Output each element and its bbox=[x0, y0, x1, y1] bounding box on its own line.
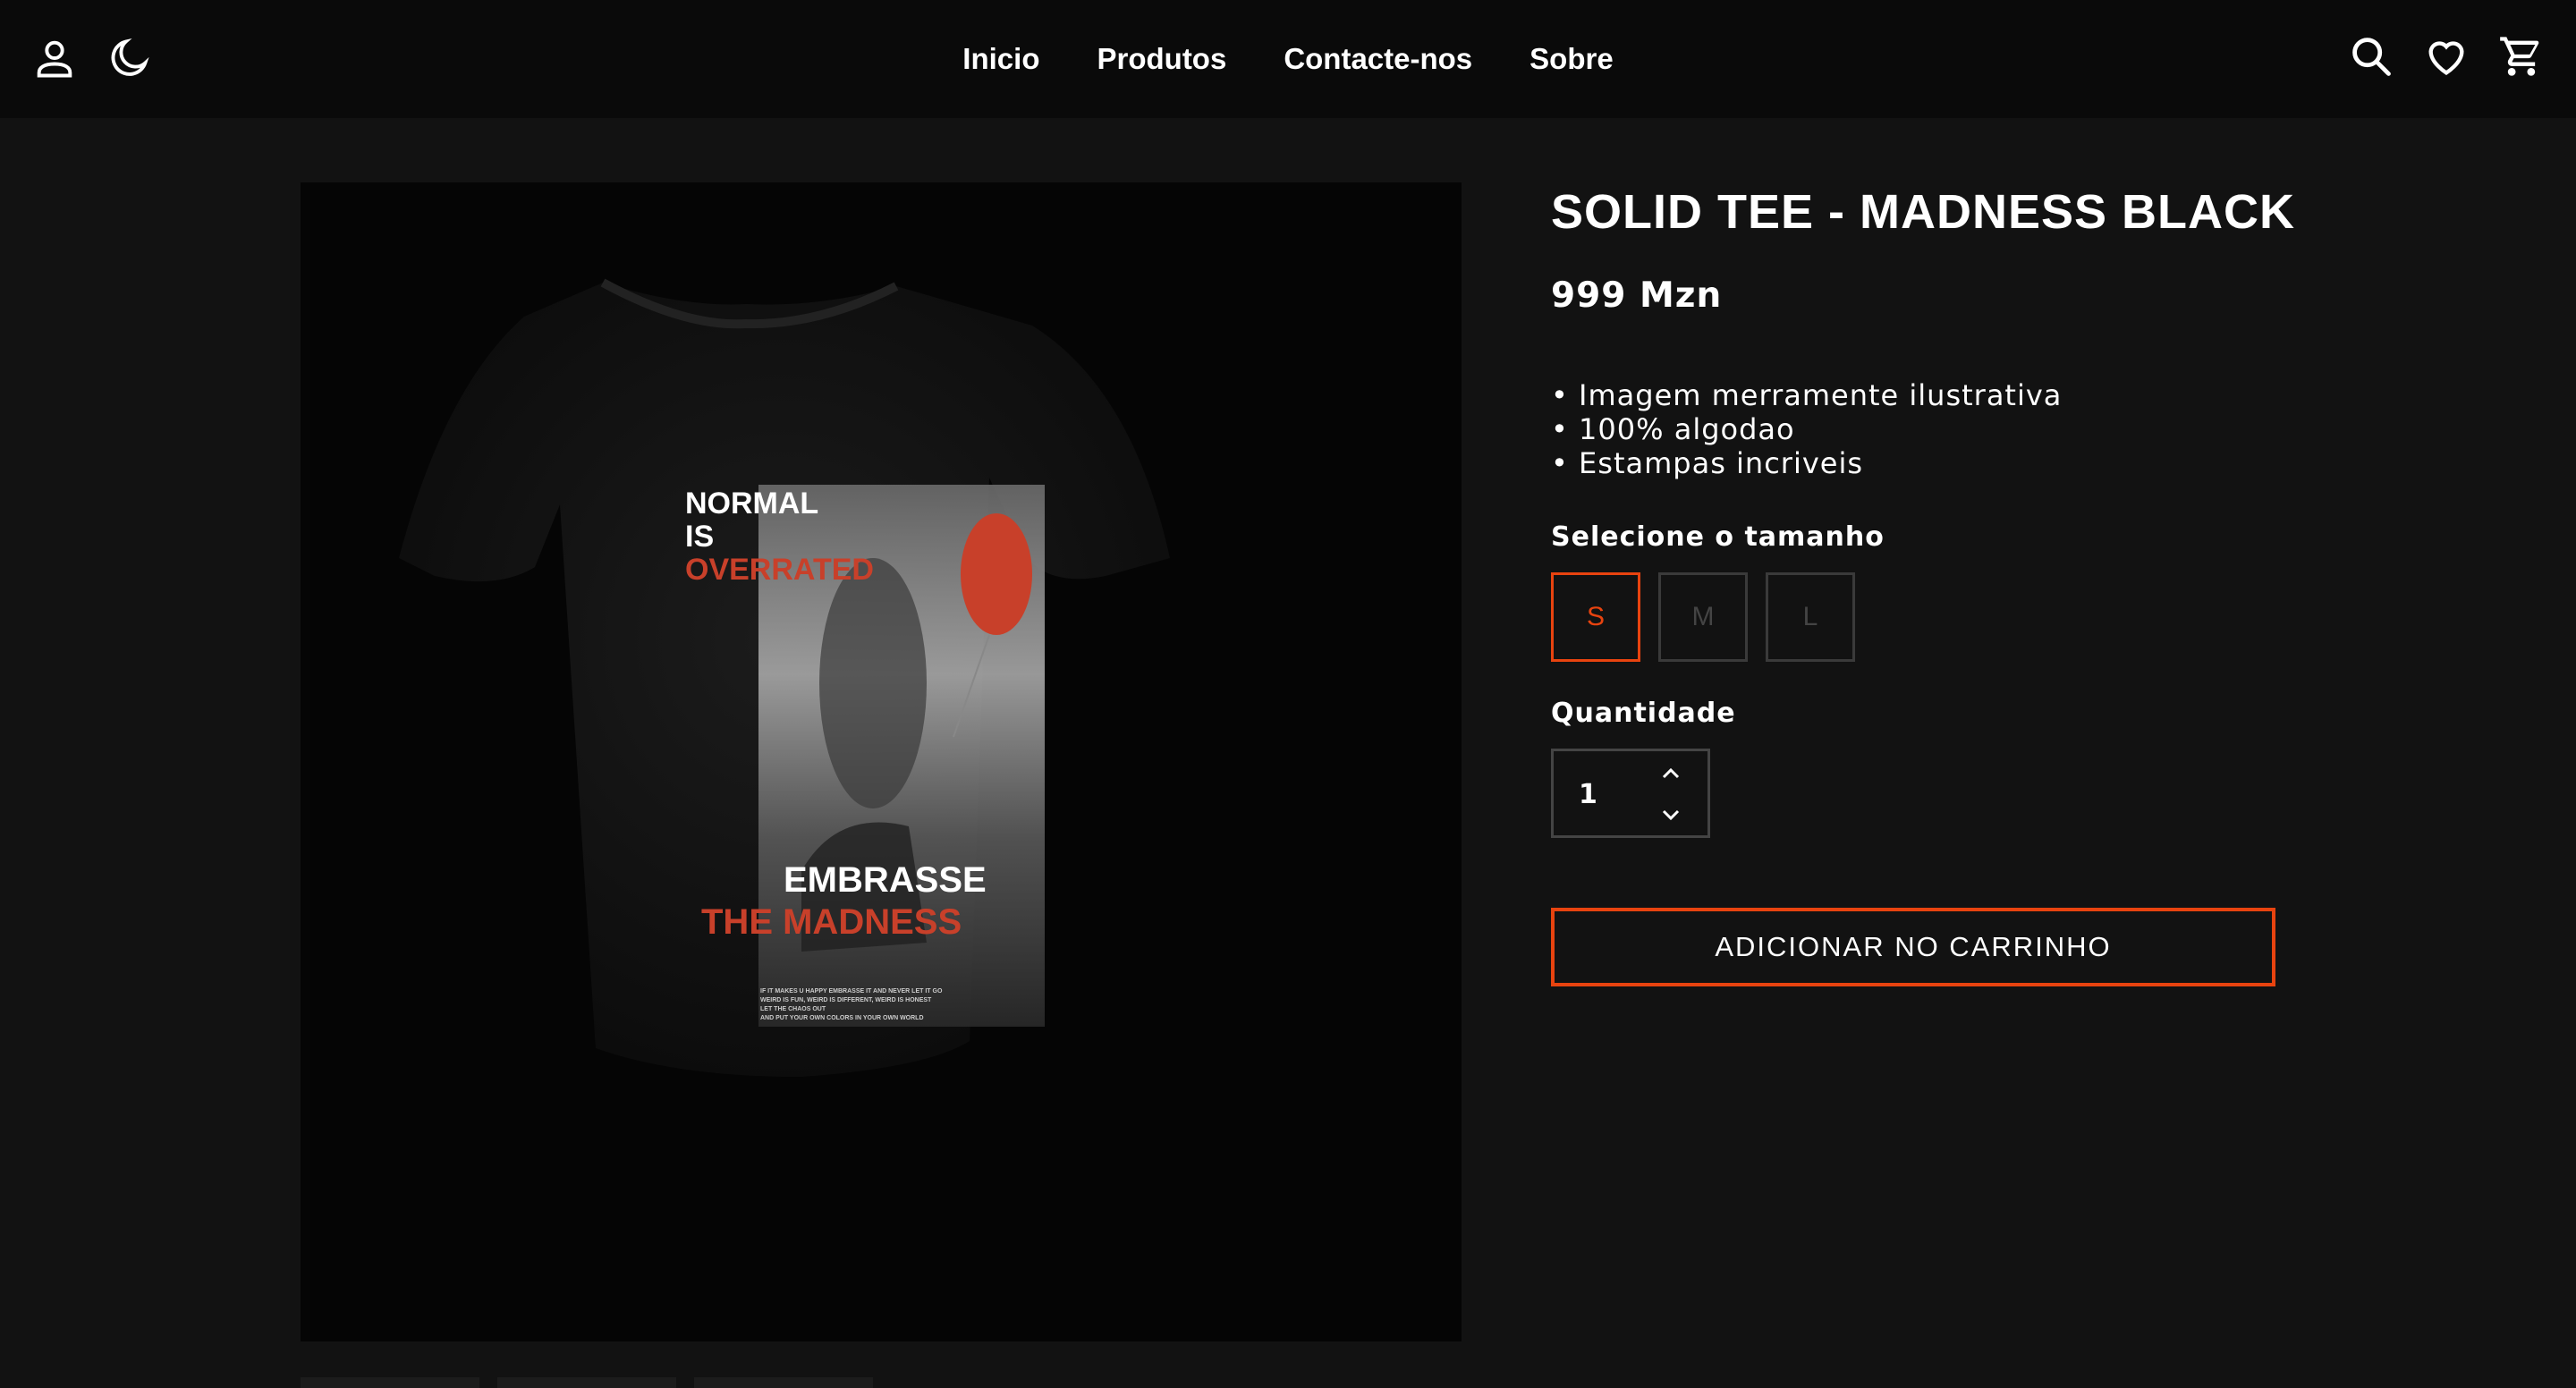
search-icon[interactable] bbox=[2347, 30, 2395, 82]
tshirt-illustration: NORMAL IS OVERRATED EMBRASSE THE MADNESS… bbox=[399, 278, 1170, 1077]
print-text-is: IS bbox=[685, 520, 714, 554]
navbar-left bbox=[30, 32, 154, 84]
product-title: SOLID TEE - MADNESS BLACK bbox=[1551, 185, 2296, 239]
print-text-normal: NORMAL bbox=[685, 487, 818, 520]
nav-link-produtos[interactable]: Produtos bbox=[1097, 42, 1226, 76]
print-small-text-1: IF IT MAKES U HAPPY EMBRASSE IT AND NEVE… bbox=[760, 988, 943, 994]
feature-item: Imagem merramente ilustrativa bbox=[1551, 378, 2275, 412]
quantity-stepper[interactable]: 1 bbox=[1551, 749, 1710, 838]
print-small-text-2: WEIRD IS FUN, WEIRD IS DIFFERENT, WEIRD … bbox=[760, 997, 932, 1003]
size-option-l[interactable]: L bbox=[1766, 572, 1855, 662]
feature-item: Estampas incriveis bbox=[1551, 446, 2275, 480]
thumbnail[interactable] bbox=[694, 1377, 873, 1388]
cart-icon[interactable] bbox=[2497, 30, 2546, 82]
chevron-up-icon[interactable] bbox=[1656, 762, 1686, 785]
feature-list: Imagem merramente ilustrativa 100% algod… bbox=[1551, 378, 2275, 480]
size-selector: S M L bbox=[1551, 572, 2275, 662]
navbar: Inicio Produtos Contacte-nos Sobre bbox=[0, 0, 2576, 118]
navbar-right bbox=[2347, 30, 2546, 82]
nav-link-inicio[interactable]: Inicio bbox=[962, 42, 1039, 76]
size-option-s[interactable]: S bbox=[1551, 572, 1640, 662]
nav-link-sobre[interactable]: Sobre bbox=[1530, 42, 1614, 76]
quantity-label: Quantidade bbox=[1551, 698, 1736, 729]
size-option-m[interactable]: M bbox=[1658, 572, 1748, 662]
user-icon[interactable] bbox=[30, 32, 79, 84]
chevron-down-icon[interactable] bbox=[1656, 803, 1686, 826]
nav-link-contacte-nos[interactable]: Contacte-nos bbox=[1284, 42, 1472, 76]
quantity-value[interactable]: 1 bbox=[1579, 779, 1597, 810]
red-balloon bbox=[961, 513, 1032, 635]
thumbnail-strip bbox=[301, 1377, 873, 1388]
print-text-the-madness: THE MADNESS bbox=[701, 902, 962, 942]
print-small-text-3: LET THE CHAOS OUT bbox=[760, 1006, 826, 1012]
moon-icon[interactable] bbox=[106, 32, 154, 84]
product-price: 999 Mzn bbox=[1551, 275, 1723, 316]
thumbnail[interactable] bbox=[301, 1377, 479, 1388]
add-to-cart-button[interactable]: ADICIONAR NO CARRINHO bbox=[1551, 908, 2275, 986]
product-image[interactable]: NORMAL IS OVERRATED EMBRASSE THE MADNESS… bbox=[301, 182, 1462, 1341]
thumbnail[interactable] bbox=[497, 1377, 676, 1388]
size-label: Selecione o tamanho bbox=[1551, 521, 1885, 553]
product-info: SOLID TEE - MADNESS BLACK 999 Mzn Imagem… bbox=[1551, 179, 2296, 986]
print-text-embrasse: EMBRASSE bbox=[784, 860, 987, 900]
print-text-overrated: OVERRATED bbox=[685, 553, 874, 587]
main-nav: Inicio Produtos Contacte-nos Sobre bbox=[962, 0, 1613, 118]
print-small-text-4: AND PUT YOUR OWN COLORS IN YOUR OWN WORL… bbox=[760, 1015, 924, 1021]
heart-icon[interactable] bbox=[2422, 30, 2470, 82]
feature-item: 100% algodao bbox=[1551, 412, 2275, 446]
